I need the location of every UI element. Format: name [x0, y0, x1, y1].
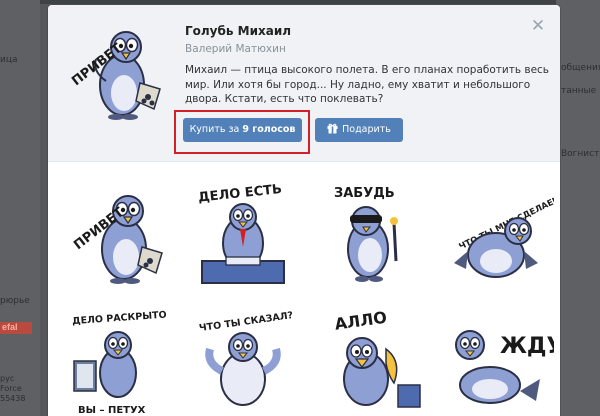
sticker-chto-ty-skazal[interactable]: ЧТО ТЫ СКАЗАЛ? — [184, 299, 302, 416]
background-logo: efal — [0, 322, 32, 334]
sticker-zabud[interactable]: ЗАБУДЬ — [310, 175, 428, 293]
sticker-caption: ЖДУ — [500, 334, 554, 359]
background-text: рюрье — [0, 296, 30, 306]
sticker-caption: ВЫ – ПЕТУХ — [78, 405, 146, 416]
gift-label: Подарить — [342, 124, 391, 135]
gift-button[interactable]: Подарить — [315, 118, 403, 142]
buy-label-price: 9 голосов — [242, 124, 296, 135]
sticker-caption: ЧТО ТЫ СКАЗАЛ? — [198, 310, 293, 334]
sticker-allo[interactable]: АЛЛО — [310, 299, 428, 416]
background-text: ица — [0, 55, 18, 65]
sticker-caption: ДЕЛО РАСКРЫТО — [72, 310, 167, 328]
buy-label-prefix: Купить за — [189, 124, 243, 135]
sticker-zhdu[interactable]: ЖДУ — [436, 299, 554, 416]
sticker-privet[interactable]: ПРИВЕТ — [58, 175, 176, 293]
background-text: Вогнист — [561, 149, 600, 159]
pigeon-illustration — [94, 31, 161, 120]
background-text: танные — [561, 86, 597, 96]
sticker-pack-modal: ПРИВЕТ Голубь Михаил Валерий Матюхин Мих… — [48, 5, 560, 416]
background-topbar — [40, 0, 556, 4]
modal-header: ПРИВЕТ Голубь Михаил Валерий Матюхин Мих… — [48, 5, 560, 162]
sticker-caption: ДЕЛО ЕСТЬ — [198, 182, 283, 206]
close-icon[interactable]: ✕ — [529, 17, 547, 35]
sticker-delo-est[interactable]: ДЕЛО ЕСТЬ — [184, 175, 302, 293]
pack-author[interactable]: Валерий Матюхин — [185, 43, 286, 55]
pack-preview-sticker: ПРИВЕТ — [69, 31, 161, 120]
background-text: Force — [0, 384, 22, 393]
background-text: 55438 — [0, 394, 26, 403]
sticker-caption: АЛЛО — [333, 308, 388, 334]
pack-description: Михаил — птица высокого полета. В его пл… — [185, 64, 549, 105]
background-text: общения — [561, 63, 600, 73]
sticker-chto-ty-mne-sdelaesh[interactable]: ЧТО ТЫ МНЕ СДЕЛАЕШЬ? — [436, 175, 554, 293]
sticker-delo-raskryto[interactable]: ДЕЛО РАСКРЫТО ВЫ – ПЕТУХ — [58, 299, 176, 416]
sticker-caption: ЗАБУДЬ — [334, 186, 395, 201]
gift-icon — [327, 123, 338, 134]
pack-title: Голубь Михаил — [185, 24, 292, 38]
background-text: рус — [0, 374, 15, 383]
buy-button[interactable]: Купить за 9 голосов — [183, 118, 302, 142]
